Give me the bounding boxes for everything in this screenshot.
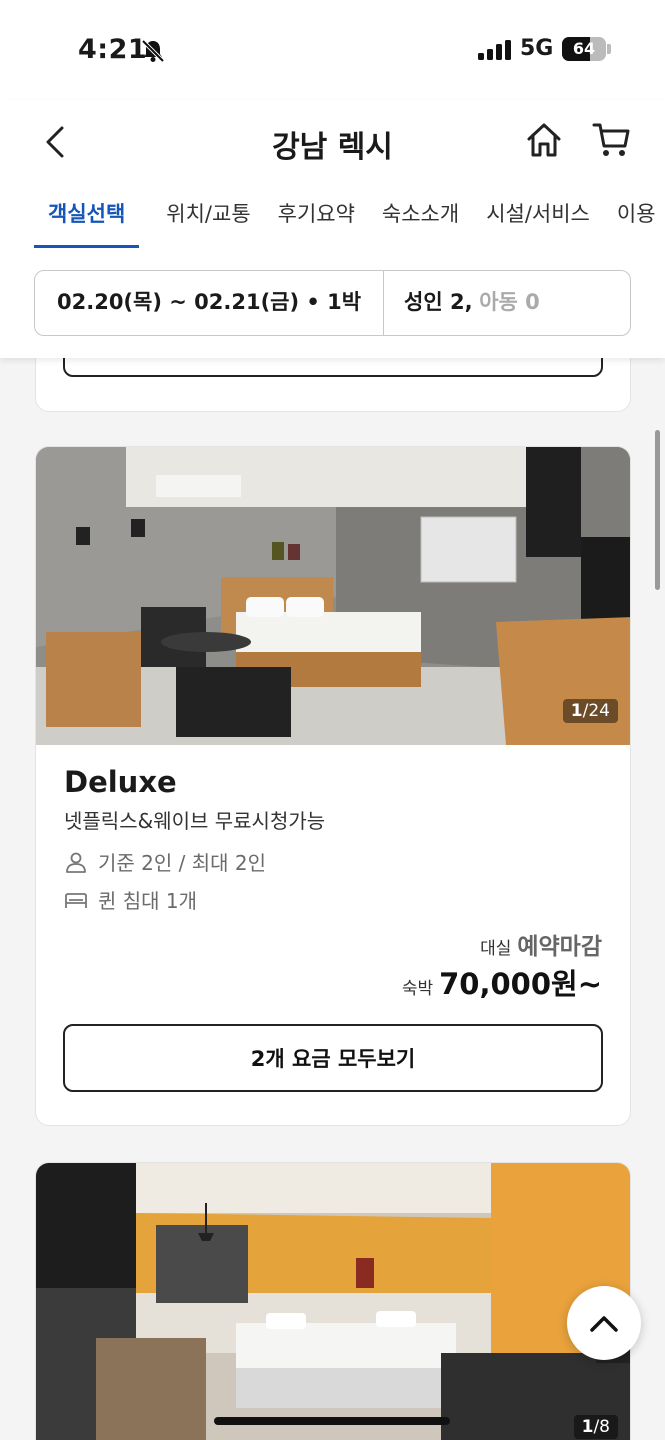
room-photo[interactable]: 1/8 <box>36 1163 630 1440</box>
scroll-to-top-button[interactable] <box>567 1286 641 1360</box>
overnight-amount: 70,000원~ <box>439 967 602 1001</box>
photo-counter-total: /24 <box>582 701 610 721</box>
bed-info: 퀸 침대 1개 <box>64 885 197 914</box>
section-tabs: 객실선택 위치/교통 후기요약 숙소소개 시설/서비스 이용 <box>34 198 665 248</box>
room-photo-image <box>36 1163 630 1440</box>
home-icon[interactable] <box>524 120 564 160</box>
page-title: 강남 렉시 <box>272 130 393 165</box>
tab-usage[interactable]: 이용 <box>617 198 656 248</box>
room-name: Deluxe <box>64 765 177 799</box>
battery-cap <box>607 44 611 54</box>
occupancy-text: 기준 2인 / 최대 2인 <box>98 851 267 875</box>
photo-counter-current: 1 <box>570 701 583 721</box>
overnight-label: 숙박 <box>401 979 434 999</box>
clock: 4:21 <box>78 34 148 65</box>
adult-count: 성인 2, <box>404 290 473 314</box>
network-type: 5G <box>520 36 554 61</box>
view-all-rates-button[interactable]: 2개 요금 모두보기 <box>63 1024 603 1092</box>
day-use-price: 대실 예약마감 <box>480 927 602 961</box>
tab-room-select[interactable]: 객실선택 <box>34 198 140 248</box>
guest-selector[interactable]: 성인 2, 아동 0 <box>384 271 630 335</box>
status-bar: 4:21 5G 64 <box>0 0 665 100</box>
room-description: 넷플릭스&웨이브 무료시청가능 <box>64 809 326 833</box>
day-use-label: 대실 <box>480 939 512 959</box>
person-icon <box>66 852 86 873</box>
room-card[interactable]: 1/8 <box>35 1162 631 1440</box>
home-indicator[interactable] <box>214 1417 450 1425</box>
booking-filter: 02.20(목) ~ 02.21(금) • 1박 성인 2, 아동 0 <box>34 270 631 336</box>
battery-level: 64 <box>572 39 596 58</box>
tab-facilities[interactable]: 시설/서비스 <box>486 198 590 248</box>
photo-counter: 1/24 <box>562 699 618 723</box>
occupancy-info: 기준 2인 / 최대 2인 <box>64 847 266 876</box>
date-selector[interactable]: 02.20(목) ~ 02.21(금) • 1박 <box>35 271 384 335</box>
overnight-price: 숙박 70,000원~ <box>402 961 602 1003</box>
battery-icon: 64 <box>562 37 606 61</box>
bed-icon <box>65 892 87 908</box>
room-card[interactable]: 1/24 Deluxe 넷플릭스&웨이브 무료시청가능 기준 2인 / 최대 2… <box>35 446 631 1126</box>
tab-location[interactable]: 위치/교통 <box>166 198 250 248</box>
child-count: 아동 0 <box>479 290 540 314</box>
day-use-status: 예약마감 <box>517 934 602 960</box>
signal-icon <box>478 40 511 60</box>
photo-counter: 1/8 <box>573 1415 618 1439</box>
bell-muted-icon <box>141 39 165 63</box>
tab-review-summary[interactable]: 후기요약 <box>278 198 355 248</box>
bed-text: 퀸 침대 1개 <box>98 889 198 913</box>
chevron-up-icon <box>590 1316 618 1332</box>
app-header: 강남 렉시 객실선택 위치/교통 후기요약 숙소소개 시설/서비스 이용 02.… <box>0 100 665 358</box>
photo-counter-total: /8 <box>593 1417 610 1437</box>
cart-icon[interactable] <box>592 120 632 160</box>
tab-property-intro[interactable]: 숙소소개 <box>382 198 459 248</box>
room-photo-image <box>36 447 630 745</box>
photo-counter-current: 1 <box>581 1417 594 1437</box>
scrollbar[interactable] <box>655 430 660 590</box>
room-photo[interactable]: 1/24 <box>36 447 630 745</box>
